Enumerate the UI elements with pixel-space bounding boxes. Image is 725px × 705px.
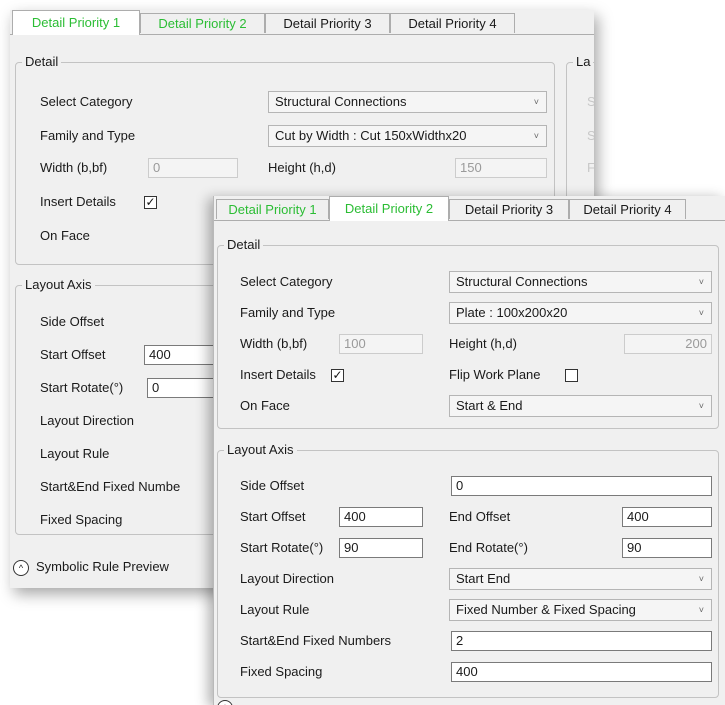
start-rotate-label: Start Rotate(°) (40, 380, 124, 395)
end-offset-field[interactable]: 400 (622, 507, 712, 527)
width-label: Width (b,bf) (240, 336, 308, 351)
width-label: Width (b,bf) (40, 160, 108, 175)
insert-details-label: Insert Details (40, 194, 116, 209)
side-offset-label: Side Offset (40, 314, 105, 329)
layout-rule-dropdown[interactable]: Fixed Number & Fixed Spacing ˅ (449, 599, 712, 621)
layout-axis-title: Layout Axis (224, 442, 297, 458)
tab-detail-priority-1[interactable]: Detail Priority 1 (12, 10, 140, 35)
end-rotate-label: End Rotate(°) (449, 540, 528, 555)
flip-work-plane-checkbox[interactable] (565, 369, 578, 382)
layout-direction-label: Layout Direction (40, 413, 134, 428)
family-type-dropdown[interactable]: Cut by Width : Cut 150xWidthx20 ˅ (268, 125, 547, 147)
layout-direction-label: Layout Direction (240, 571, 334, 586)
fixed-numbers-label: Start&End Fixed Numbe (40, 479, 181, 494)
layout-rule-label: Layout Rule (240, 602, 310, 617)
width-field[interactable]: 0 (148, 158, 238, 178)
start-offset-label: Start Offset (40, 347, 106, 362)
layout-rule-label: Layout Rule (40, 446, 110, 461)
select-category-label: Select Category (40, 94, 133, 109)
partial-label: S (587, 94, 594, 109)
chevron-down-icon: ˅ (698, 605, 704, 615)
family-type-dropdown[interactable]: Plate : 100x200x20 ˅ (449, 302, 712, 324)
expand-up-icon[interactable]: ^ (217, 700, 233, 705)
detail-group-title: Detail (22, 54, 62, 70)
fixed-spacing-label: Fixed Spacing (240, 664, 323, 679)
flip-work-plane-label: Flip Work Plane (449, 367, 541, 382)
tab-detail-priority-2[interactable]: Detail Priority 2 (140, 13, 265, 33)
tab-bar: Detail Priority 1 Detail Priority 2 Deta… (214, 196, 725, 221)
fixed-spacing-label: Fixed Spacing (40, 512, 123, 527)
layout-group-partial-title: La (573, 54, 594, 70)
width-field[interactable]: 100 (339, 334, 423, 354)
insert-details-checkbox[interactable]: ✓ (144, 196, 157, 209)
fixed-numbers-field[interactable]: 2 (451, 631, 712, 651)
tab-detail-priority-3[interactable]: Detail Priority 3 (449, 199, 569, 219)
side-offset-label: Side Offset (240, 478, 305, 493)
chevron-down-icon: ˅ (533, 97, 539, 107)
on-face-label: On Face (40, 228, 90, 243)
tab-detail-priority-1[interactable]: Detail Priority 1 (216, 199, 329, 219)
insert-details-checkbox[interactable]: ✓ (331, 369, 344, 382)
start-rotate-label: Start Rotate(°) (240, 540, 324, 555)
chevron-down-icon: ˅ (698, 401, 704, 411)
tab-detail-priority-4[interactable]: Detail Priority 4 (390, 13, 515, 33)
height-label: Height (h,d) (449, 336, 517, 351)
partial-label: F (587, 160, 594, 175)
chevron-down-icon: ˅ (698, 308, 704, 318)
chevron-down-icon: ˅ (698, 574, 704, 584)
partial-label: S (587, 128, 594, 143)
insert-details-label: Insert Details (240, 367, 316, 382)
start-offset-label: Start Offset (240, 509, 306, 524)
chevron-down-icon: ˅ (698, 277, 704, 287)
layout-direction-dropdown[interactable]: Start End ˅ (449, 568, 712, 590)
expand-up-icon[interactable]: ^ (13, 560, 29, 576)
tab-detail-priority-3[interactable]: Detail Priority 3 (265, 13, 390, 33)
detail-group: Detail Select Category Structural Connec… (217, 237, 719, 429)
start-rotate-field[interactable]: 90 (339, 538, 423, 558)
family-type-label: Family and Type (40, 128, 136, 143)
detail-priority-window-2: Detail Priority 1 Detail Priority 2 Deta… (213, 196, 725, 705)
layout-axis-title: Layout Axis (22, 277, 95, 293)
select-category-dropdown[interactable]: Structural Connections ˅ (268, 91, 547, 113)
tab-detail-priority-4[interactable]: Detail Priority 4 (569, 199, 686, 219)
symbolic-rule-preview-label[interactable]: Symbolic Rule Preview (36, 558, 169, 576)
end-offset-label: End Offset (449, 509, 511, 524)
tab-detail-priority-2[interactable]: Detail Priority 2 (329, 196, 449, 221)
end-rotate-field[interactable]: 90 (622, 538, 712, 558)
fixed-numbers-label: Start&End Fixed Numbers (240, 633, 392, 648)
on-face-label: On Face (240, 398, 290, 413)
tab-bar: Detail Priority 1 Detail Priority 2 Deta… (10, 10, 594, 35)
select-category-label: Select Category (240, 274, 333, 289)
start-offset-field[interactable]: 400 (339, 507, 423, 527)
height-label: Height (h,d) (268, 160, 336, 175)
fixed-spacing-field[interactable]: 400 (451, 662, 712, 682)
detail-group-title: Detail (224, 237, 264, 253)
select-category-dropdown[interactable]: Structural Connections ˅ (449, 271, 712, 293)
height-field[interactable]: 200 (624, 334, 712, 354)
layout-axis-group: Layout Axis Side Offset 0 Start Offset 4… (217, 442, 719, 698)
family-type-label: Family and Type (240, 305, 336, 320)
chevron-down-icon: ˅ (533, 131, 539, 141)
height-field[interactable]: 150 (455, 158, 547, 178)
side-offset-field[interactable]: 0 (451, 476, 712, 496)
on-face-dropdown[interactable]: Start & End ˅ (449, 395, 712, 417)
